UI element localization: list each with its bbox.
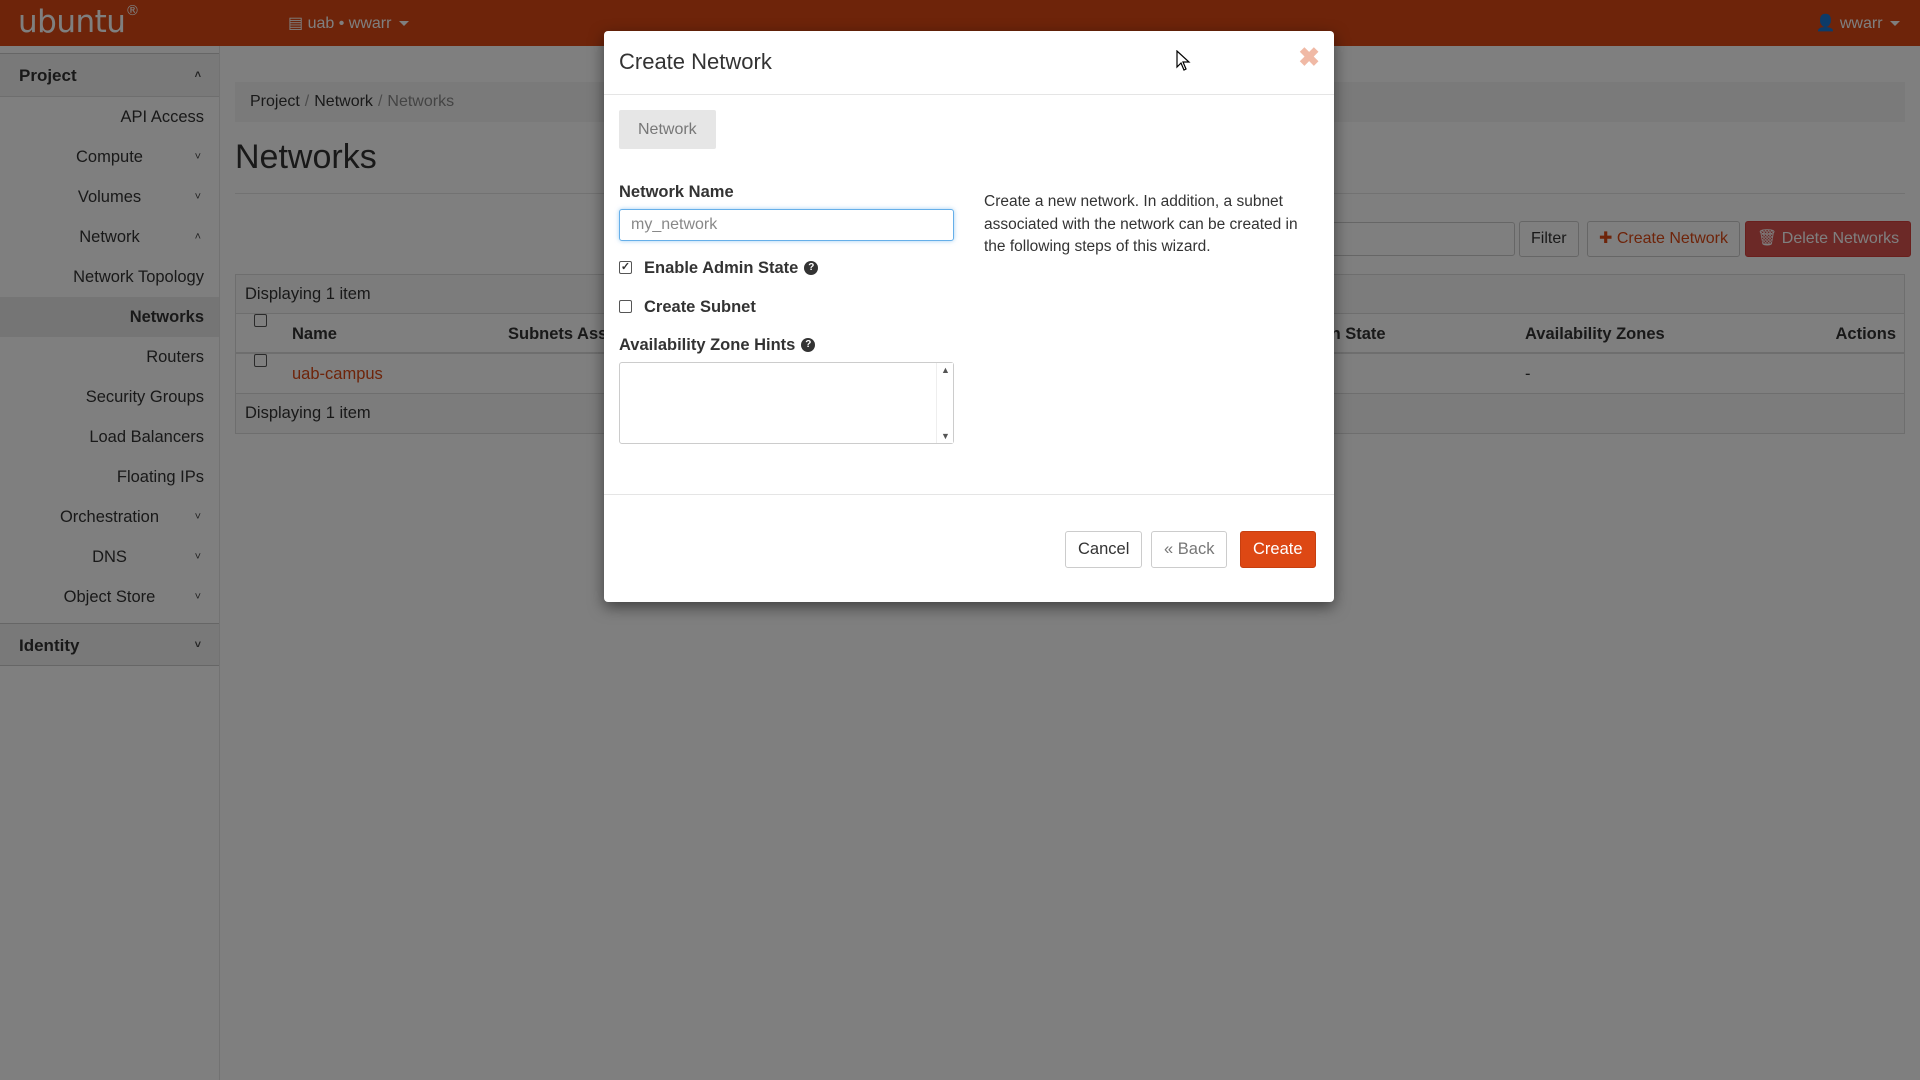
scroll-down-icon[interactable]: ▼ (937, 431, 954, 441)
az-hints-text: Availability Zone Hints (619, 336, 796, 354)
create-button[interactable]: Create (1240, 531, 1316, 568)
modal-header: Create Network ✖ (604, 31, 1334, 95)
enable-admin-state-label: Enable Admin State? (644, 258, 819, 278)
modal-footer: Cancel « Back Create (604, 494, 1334, 602)
modal-title: Create Network (619, 49, 772, 74)
az-hints-scrollbar[interactable]: ▲ ▼ (936, 363, 953, 443)
wizard-tab-network[interactable]: Network (619, 110, 716, 149)
network-name-label: Network Name (619, 183, 734, 201)
az-hints-label: Availability Zone Hints? (619, 336, 816, 355)
help-icon[interactable]: ? (801, 337, 816, 352)
create-network-modal: Create Network ✖ Network Network Name ✓ … (604, 31, 1334, 602)
enable-admin-state-text: Enable Admin State (644, 259, 799, 277)
enable-admin-state-row[interactable]: ✓ Enable Admin State? (619, 258, 839, 278)
availability-zone-hints-select[interactable] (619, 362, 954, 444)
back-button[interactable]: « Back (1151, 531, 1228, 568)
create-subnet-checkbox[interactable] (619, 300, 632, 313)
close-icon[interactable]: ✖ (1298, 42, 1320, 73)
mouse-cursor-icon (1176, 50, 1191, 71)
network-name-input[interactable] (619, 209, 954, 241)
wizard-help-text: Create a new network. In addition, a sub… (984, 193, 1298, 255)
create-subnet-row[interactable]: Create Subnet (619, 297, 799, 317)
cancel-button[interactable]: Cancel (1065, 531, 1143, 568)
scroll-up-icon[interactable]: ▲ (937, 365, 954, 375)
help-icon[interactable]: ? (804, 260, 819, 275)
enable-admin-state-checkbox[interactable]: ✓ (619, 261, 632, 274)
create-subnet-label: Create Subnet (644, 298, 756, 316)
